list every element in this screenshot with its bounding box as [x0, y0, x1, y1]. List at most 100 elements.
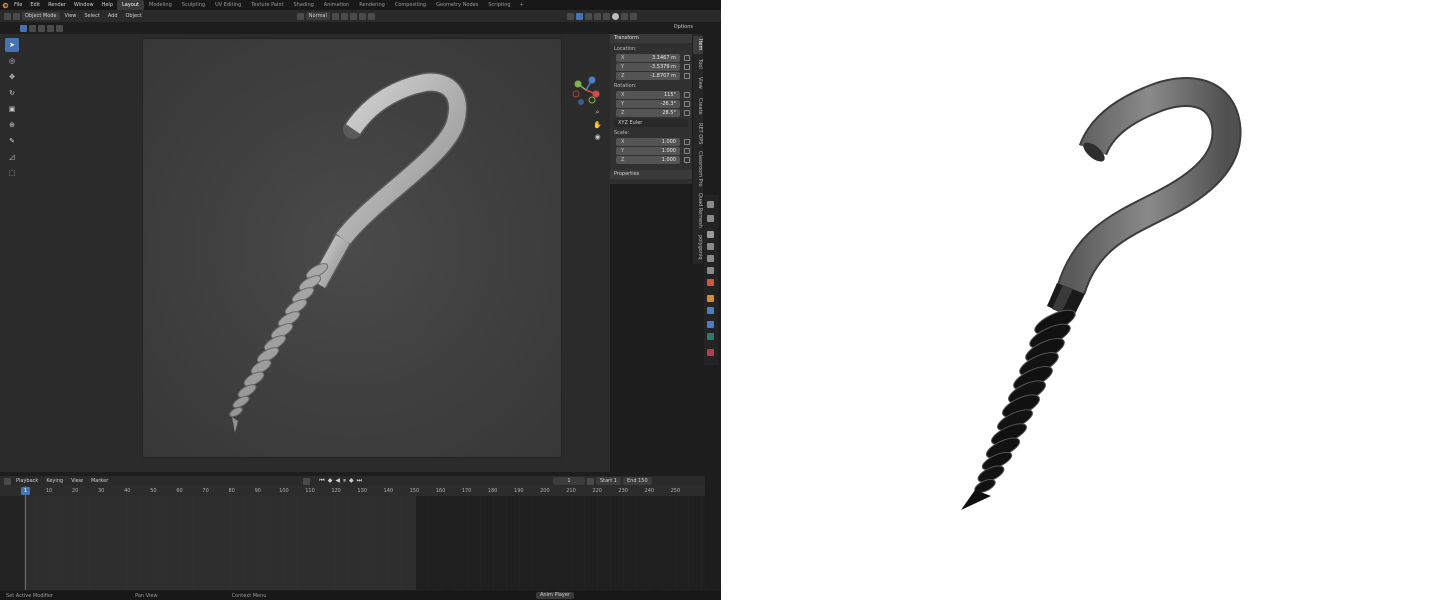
sidebar-tab-view[interactable]: View — [693, 74, 703, 92]
tab-sculpting[interactable]: Sculpting — [177, 0, 210, 10]
rendered-shading-icon[interactable] — [629, 12, 637, 20]
modifier-props-icon[interactable] — [707, 307, 714, 314]
lock-icon[interactable] — [684, 148, 690, 154]
options-dropdown[interactable]: Options — [674, 24, 693, 30]
location-y-field[interactable]: Y -3.5379 m — [616, 63, 690, 71]
tab-compositing[interactable]: Compositing — [390, 0, 431, 10]
gizmo-toggle-icon[interactable] — [575, 12, 583, 20]
camera-view-icon[interactable]: ◉ — [593, 132, 602, 141]
lock-icon[interactable] — [684, 101, 690, 107]
tab-scripting[interactable]: Scripting — [483, 0, 515, 10]
visibility-icon[interactable] — [566, 12, 574, 20]
blender-logo-icon[interactable] — [0, 0, 10, 10]
select-invert-icon[interactable] — [47, 24, 54, 32]
scene-props-icon[interactable] — [707, 255, 714, 262]
sidebar-tab-ret-ops[interactable]: RET OPS — [693, 120, 703, 148]
measure-tool-icon[interactable]: ◿ — [5, 150, 19, 164]
sidebar-tab-classroom-pro[interactable]: Classroom Pro — [693, 150, 703, 188]
play-reverse-icon[interactable]: ◀ — [335, 477, 340, 485]
playhead[interactable] — [25, 486, 26, 590]
sidebar-tab-create[interactable]: Create — [693, 94, 703, 118]
select-subtract-icon[interactable] — [38, 24, 45, 32]
tab-layout[interactable]: Layout — [117, 0, 144, 10]
start-frame-field[interactable]: Start 1 — [595, 477, 621, 485]
lock-icon[interactable] — [684, 157, 690, 163]
prev-key-icon[interactable]: ◆ — [328, 477, 333, 485]
tab-geometry-nodes[interactable]: Geometry Nodes — [431, 0, 483, 10]
lock-icon[interactable] — [684, 64, 690, 70]
lock-icon[interactable] — [684, 55, 690, 61]
lock-icon[interactable] — [684, 110, 690, 116]
menu-edit[interactable]: Edit — [26, 0, 44, 10]
snap-target-icon[interactable] — [349, 12, 357, 20]
pause-icon[interactable]: ⏸ — [343, 477, 346, 485]
rotation-z-field[interactable]: Z 28.5° — [616, 109, 690, 117]
move-tool-icon[interactable]: ✥ — [5, 70, 19, 84]
3d-viewport[interactable]: ⌕ ✋ ◉ — [0, 34, 610, 472]
jump-start-icon[interactable]: ⏮ — [319, 477, 324, 485]
jump-end-icon[interactable]: ⏭ — [357, 477, 362, 485]
sidebar-tab-tool[interactable]: Tool — [693, 56, 703, 72]
sidebar-tab-quad-remesh[interactable]: Quad Remesh — [693, 190, 703, 230]
playhead-frame-indicator[interactable]: 1 — [21, 487, 30, 495]
tab-shading[interactable]: Shading — [288, 0, 318, 10]
timeline-menu-view[interactable]: View — [68, 477, 86, 485]
pan-hand-icon[interactable]: ✋ — [593, 120, 602, 129]
overlay-toggle-icon[interactable] — [584, 12, 592, 20]
data-props-icon[interactable] — [707, 333, 714, 340]
solid-shading-icon[interactable] — [611, 12, 619, 20]
scale-z-field[interactable]: Z 1.000 — [616, 156, 690, 164]
annotate-tool-icon[interactable]: ✎ — [5, 134, 19, 148]
rotation-x-field[interactable]: X 115° — [616, 91, 690, 99]
transform-panel-title[interactable]: Transform — [610, 34, 692, 43]
cursor-tool-icon[interactable]: ◎ — [5, 54, 19, 68]
scale-y-field[interactable]: Y 1.000 — [616, 147, 690, 155]
scale-tool-icon[interactable]: ▣ — [5, 102, 19, 116]
scale-x-field[interactable]: X 1.000 — [616, 138, 690, 146]
lock-icon[interactable] — [684, 73, 690, 79]
screw-hook-model[interactable] — [143, 39, 563, 459]
sidebar-tab-polygoniq[interactable]: polygoniq — [693, 232, 703, 262]
select-tool-icon[interactable]: ➤ — [5, 38, 19, 52]
location-z-field[interactable]: Z -1.8707 m — [616, 72, 690, 80]
physics-props-icon[interactable] — [707, 321, 714, 328]
object-props-icon[interactable] — [707, 295, 714, 302]
lock-icon[interactable] — [684, 139, 690, 145]
properties-subpanel[interactable]: Properties — [610, 170, 692, 179]
proportional-edit-icon[interactable] — [358, 12, 366, 20]
menu-help[interactable]: Help — [98, 0, 117, 10]
sidebar-tab-item[interactable]: Item — [693, 36, 703, 54]
location-x-field[interactable]: X 3.1467 m — [616, 54, 690, 62]
select-box-mode-icon[interactable] — [20, 24, 27, 32]
render-props-icon[interactable] — [707, 215, 714, 222]
view-layer-props-icon[interactable] — [707, 243, 714, 250]
snap-icon[interactable] — [340, 12, 348, 20]
lock-icon[interactable] — [684, 92, 690, 98]
wireframe-shading-icon[interactable] — [602, 12, 610, 20]
timeline-editor[interactable]: 1102030405060708090100110120130140150160… — [0, 486, 705, 590]
timeline-menu-marker[interactable]: Marker — [88, 477, 111, 485]
select-intersect-icon[interactable] — [56, 24, 63, 32]
next-key-icon[interactable]: ◆ — [349, 477, 354, 485]
tab-modeling[interactable]: Modeling — [144, 0, 177, 10]
menu-window[interactable]: Window — [70, 0, 98, 10]
menu-add[interactable]: Add — [105, 12, 121, 20]
anim-player-badge[interactable]: Anim Player — [536, 592, 574, 599]
rotate-tool-icon[interactable]: ↻ — [5, 86, 19, 100]
world-props-icon[interactable] — [707, 267, 714, 274]
tab-uv-editing[interactable]: UV Editing — [210, 0, 246, 10]
output-props-icon[interactable] — [707, 231, 714, 238]
xray-icon[interactable] — [593, 12, 601, 20]
tab-animation[interactable]: Animation — [319, 0, 355, 10]
zoom-icon[interactable]: ⌕ — [593, 108, 602, 117]
frame-ruler[interactable]: 1102030405060708090100110120130140150160… — [0, 486, 705, 496]
menu-select[interactable]: Select — [81, 12, 102, 20]
timeline-editor-type-icon[interactable] — [4, 477, 11, 485]
select-extend-icon[interactable] — [29, 24, 36, 32]
orientation-dropdown[interactable]: Normal — [305, 12, 330, 20]
menu-file[interactable]: File — [10, 0, 26, 10]
timeline-menu-keying[interactable]: Keying — [43, 477, 66, 485]
tab-rendering[interactable]: Rendering — [354, 0, 390, 10]
add-cube-tool-icon[interactable]: ⬚ — [5, 166, 19, 180]
tool-props-icon[interactable] — [707, 201, 714, 208]
